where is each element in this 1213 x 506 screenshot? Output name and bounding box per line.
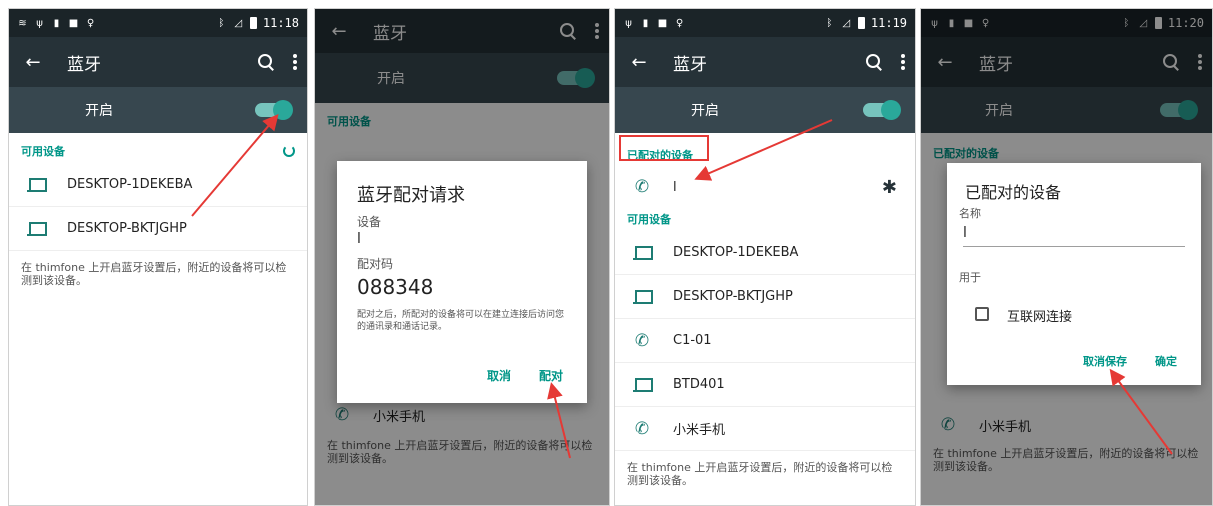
bluetooth-toggle[interactable] bbox=[255, 100, 293, 120]
pairing-code: 088348 bbox=[357, 275, 434, 299]
laptop-icon bbox=[633, 289, 653, 304]
pair-button[interactable]: 配对 bbox=[539, 367, 563, 384]
android-icon: ♀ bbox=[86, 17, 95, 29]
toggle-knob bbox=[273, 100, 293, 120]
search-icon[interactable] bbox=[865, 53, 883, 71]
visibility-hint: 在 thimfone 上开启蓝牙设置后，附近的设备将可以检测到该设备。 bbox=[627, 461, 893, 487]
device-item[interactable]: DESKTOP-BKTJGHP bbox=[9, 207, 307, 251]
visibility-hint: 在 thimfone 上开启蓝牙设置后，附近的设备将可以检测到该设备。 bbox=[21, 261, 287, 287]
device-name: C1-01 bbox=[673, 333, 712, 348]
device-name: BTD401 bbox=[673, 377, 725, 392]
device-item[interactable]: ✆ C1-01 bbox=[615, 319, 915, 363]
device-name: l bbox=[673, 179, 677, 195]
screen-paired-device-settings: ψ ▮ ■ ♀ ᛒ ◿ 11:20 ← 蓝牙 开启 已配对的设备 ✆ 小米手机 … bbox=[920, 8, 1213, 506]
pairing-note: 配对之后，所配对的设备将可以在建立连接后访问您的通讯录和通话记录。 bbox=[357, 310, 565, 332]
device-value: l bbox=[357, 231, 361, 247]
phone-icon: ✆ bbox=[634, 177, 650, 197]
more-options-icon[interactable] bbox=[901, 54, 905, 70]
device-name-value: l bbox=[963, 225, 967, 241]
device-item[interactable]: BTD401 bbox=[615, 363, 915, 407]
phone-icon: ✆ bbox=[634, 330, 650, 351]
pairing-dialog: 蓝牙配对请求 设备 l 配对码 088348 配对之后，所配对的设备将可以在建立… bbox=[337, 161, 587, 403]
unpair-button[interactable]: 取消保存 bbox=[1083, 353, 1127, 369]
no-signal-icon: ◿ bbox=[842, 17, 851, 29]
device-item[interactable]: DESKTOP-1DEKEBA bbox=[9, 163, 307, 207]
laptop-icon bbox=[633, 377, 653, 392]
section-title: 可用设备 bbox=[627, 213, 671, 226]
device-name: DESKTOP-BKTJGHP bbox=[673, 289, 793, 304]
sdcard-icon: ▮ bbox=[642, 17, 649, 29]
back-arrow-icon[interactable]: ← bbox=[19, 52, 47, 73]
status-time: 11:19 bbox=[870, 16, 907, 30]
sdcard-icon: ▮ bbox=[53, 17, 60, 29]
cancel-button[interactable]: 取消 bbox=[487, 367, 511, 384]
device-name-input[interactable]: l bbox=[963, 225, 1185, 247]
device-item[interactable]: ✆ 小米手机 bbox=[615, 407, 915, 451]
switch-label: 开启 bbox=[85, 103, 113, 119]
bluetooth-switch-bar[interactable]: 开启 bbox=[615, 87, 915, 133]
highlight-box bbox=[619, 135, 709, 161]
back-arrow-icon[interactable]: ← bbox=[625, 52, 653, 73]
available-devices-header: 可用设备 bbox=[615, 207, 915, 231]
available-devices-header: 可用设备 bbox=[9, 139, 307, 163]
checkbox-label: 互联网连接 bbox=[1007, 310, 1073, 325]
battery-icon bbox=[249, 17, 257, 29]
status-bar: ≋ ψ ▮ ■ ♀ ᛒ ◿ 11:18 bbox=[9, 9, 307, 37]
dialog-title: 蓝牙配对请求 bbox=[357, 185, 465, 206]
no-signal-icon: ◿ bbox=[234, 17, 243, 29]
device-name: 小米手机 bbox=[673, 423, 726, 438]
wifi-icon: ≋ bbox=[18, 17, 27, 29]
screen-bluetooth-paired: ψ ▮ ■ ♀ ᛒ ◿ 11:19 ← 蓝牙 开启 已配对的设备 ✆ l ✱ 可… bbox=[614, 8, 916, 506]
status-bar: ψ ▮ ■ ♀ ᛒ ◿ 11:19 bbox=[615, 9, 915, 37]
lock-icon: ■ bbox=[657, 17, 668, 29]
bluetooth-icon: ᛒ bbox=[826, 17, 833, 29]
toggle-knob bbox=[881, 100, 901, 120]
pairing-code-label: 配对码 bbox=[357, 257, 394, 271]
screen-pairing-request: ← 蓝牙 开启 可用设备 ✆ 小米手机 在 thimfone 上开启蓝牙设置后，… bbox=[314, 8, 610, 506]
bluetooth-icon: ᛒ bbox=[218, 17, 225, 29]
device-item[interactable]: DESKTOP-1DEKEBA bbox=[615, 231, 915, 275]
more-options-icon[interactable] bbox=[293, 54, 297, 70]
use-for-label: 用于 bbox=[959, 271, 981, 284]
dialog-title: 已配对的设备 bbox=[965, 183, 1062, 202]
bluetooth-switch-bar[interactable]: 开启 bbox=[9, 87, 307, 133]
scanning-spinner-icon bbox=[283, 145, 295, 157]
device-name: DESKTOP-1DEKEBA bbox=[673, 245, 799, 260]
battery-icon bbox=[857, 17, 865, 29]
device-name: DESKTOP-1DEKEBA bbox=[67, 177, 193, 192]
device-item[interactable]: DESKTOP-BKTJGHP bbox=[615, 275, 915, 319]
switch-label: 开启 bbox=[691, 103, 719, 119]
screen-bluetooth-scanning: ≋ ψ ▮ ■ ♀ ᛒ ◿ 11:18 ← 蓝牙 开启 可用设备 DESKTOP… bbox=[8, 8, 308, 506]
phone-icon: ✆ bbox=[634, 418, 650, 439]
device-label: 设备 bbox=[357, 215, 382, 229]
laptop-icon bbox=[27, 221, 47, 236]
paired-device-dialog: 已配对的设备 名称 l 用于 互联网连接 取消保存 确定 bbox=[947, 163, 1201, 385]
status-time: 11:18 bbox=[262, 16, 299, 30]
usb-icon: ψ bbox=[625, 17, 632, 29]
ok-button[interactable]: 确定 bbox=[1155, 353, 1177, 369]
page-title: 蓝牙 bbox=[67, 54, 101, 75]
name-label: 名称 bbox=[959, 207, 981, 220]
laptop-icon bbox=[27, 177, 47, 192]
toolbar: ← 蓝牙 bbox=[9, 37, 307, 87]
usb-icon: ψ bbox=[36, 17, 43, 29]
lock-icon: ■ bbox=[68, 17, 79, 29]
device-name: DESKTOP-BKTJGHP bbox=[67, 221, 187, 236]
search-icon[interactable] bbox=[257, 53, 275, 71]
gear-icon[interactable]: ✱ bbox=[882, 177, 897, 198]
toolbar: ← 蓝牙 bbox=[615, 37, 915, 87]
page-title: 蓝牙 bbox=[673, 54, 707, 75]
laptop-icon bbox=[633, 245, 653, 260]
section-title: 可用设备 bbox=[21, 145, 65, 158]
android-icon: ♀ bbox=[675, 17, 684, 29]
paired-device-item[interactable]: ✆ l ✱ bbox=[615, 167, 915, 207]
internet-checkbox[interactable] bbox=[975, 307, 989, 321]
bluetooth-toggle[interactable] bbox=[863, 100, 901, 120]
